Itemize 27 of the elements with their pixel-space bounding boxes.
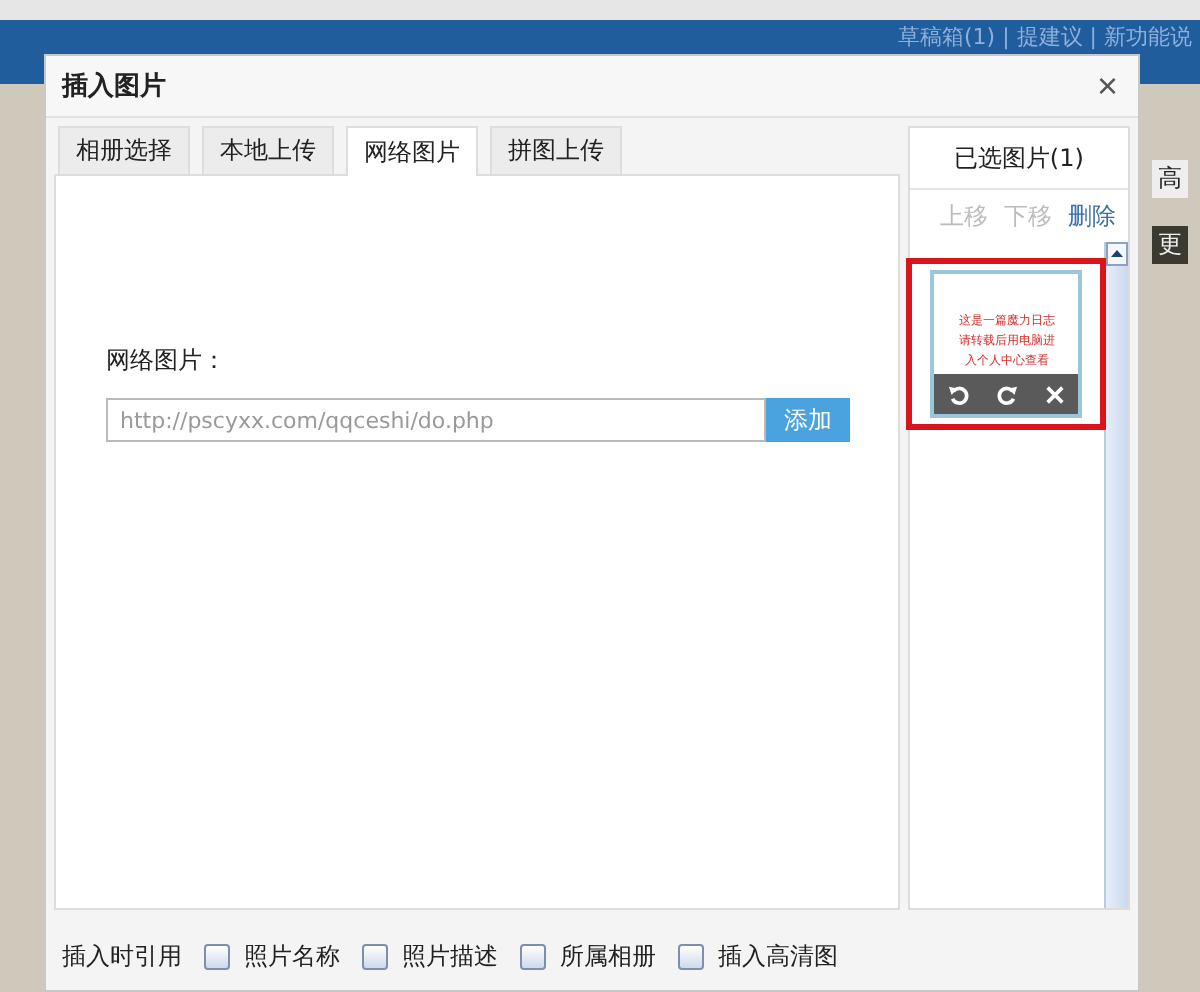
panel-title: 已选图片(1) [909,128,1128,190]
checkbox[interactable] [204,943,230,969]
tab[interactable]: 相册选择 [58,126,190,174]
field-label: 网络图片： [106,344,228,378]
dialog-title: 插入图片 [62,69,166,104]
add-button[interactable]: 添加 [766,398,850,442]
tab[interactable]: 拼图上传 [490,126,622,174]
checkbox-label: 照片描述 [402,939,498,973]
toolbar-label: 高 [1152,160,1188,198]
tab[interactable]: 本地上传 [202,126,334,174]
toolbar-label: 更 [1152,226,1188,264]
close-button[interactable]: × [1096,68,1118,104]
checkbox-label: 照片名称 [244,939,340,973]
url-field[interactable]: http://pscyxx.com/qqceshi/do.php [106,398,766,442]
checkbox-label: 插入高清图 [718,939,838,973]
rotate-right-icon[interactable] [995,383,1018,405]
checkbox[interactable] [520,943,546,969]
tab[interactable]: 网络图片 [346,126,478,176]
checkbox[interactable] [362,943,388,969]
checkbox-label: 所属相册 [560,939,656,973]
checkbox[interactable] [678,943,704,969]
rotate-left-icon[interactable] [947,383,970,405]
header-links: 草稿箱(1) | 提建议 | 新功能说 [898,24,1192,50]
close-icon[interactable] [1043,383,1066,405]
scroll-up-icon[interactable] [1106,242,1128,266]
option-label: 插入时引用 [62,939,182,973]
action-link[interactable]: 删除 [1068,199,1116,233]
